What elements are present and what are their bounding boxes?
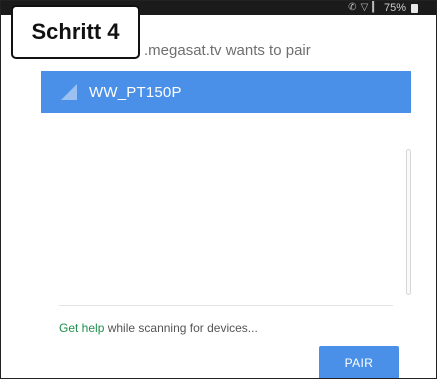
pair-button[interactable]: PAIR bbox=[319, 346, 399, 378]
divider bbox=[59, 305, 393, 306]
help-text: Get help while scanning for devices... bbox=[59, 321, 258, 335]
device-list-item[interactable]: WW_PT150P bbox=[41, 71, 411, 113]
help-text-rest: while scanning for devices... bbox=[104, 321, 258, 335]
scrollbar[interactable] bbox=[406, 149, 411, 295]
wifi-icon: ▽ bbox=[360, 2, 369, 13]
signal-icon: ▎ bbox=[372, 2, 380, 13]
battery-percent: 75% bbox=[383, 2, 406, 14]
get-help-link[interactable]: Get help bbox=[59, 321, 104, 335]
phone-icon: ✆ bbox=[348, 2, 357, 13]
screenshot-frame: ✆ ▽ ▎ 75% .megasat.tv wants to pair WW_P… bbox=[0, 0, 437, 379]
wifi-signal-icon bbox=[61, 84, 77, 100]
status-icons: ✆ ▽ ▎ 75% bbox=[348, 2, 418, 14]
battery-icon bbox=[411, 3, 418, 13]
dialog-title: .megasat.tv wants to pair bbox=[144, 42, 311, 59]
step-badge: Schritt 4 bbox=[11, 5, 140, 59]
device-name: WW_PT150P bbox=[89, 83, 182, 101]
